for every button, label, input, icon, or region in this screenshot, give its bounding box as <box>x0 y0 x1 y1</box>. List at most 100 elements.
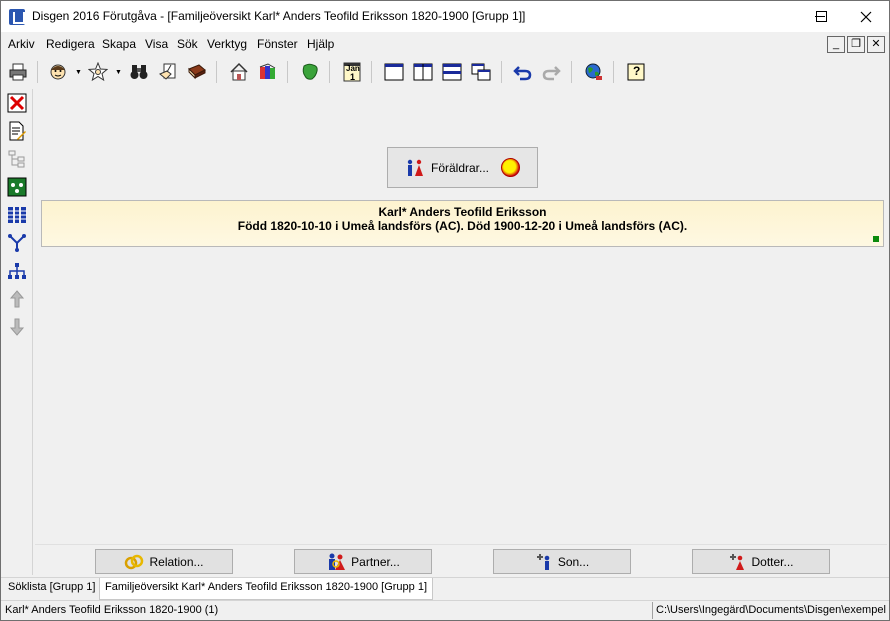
edit-button[interactable] <box>155 59 181 85</box>
maximize-button[interactable] <box>798 1 844 32</box>
descendant-tree-icon <box>8 234 26 252</box>
son-button-label: Son... <box>557 554 590 569</box>
menu-hjalp[interactable]: Hjälp <box>307 37 334 51</box>
window-title: Disgen 2016 Förutgåva - [Familjeöversikt… <box>32 9 526 23</box>
menu-skapa[interactable]: Skapa <box>102 37 136 51</box>
star-person-icon <box>88 62 108 82</box>
parents-couple-icon <box>407 159 423 176</box>
tab-family-overview[interactable]: Familjeöversikt Karl* Anders Teofild Eri… <box>99 578 434 600</box>
undo-button[interactable] <box>510 59 536 85</box>
split-horizontal-button[interactable] <box>439 59 465 85</box>
action-bar: Relation... Partner... Son... Dotter... <box>35 544 887 575</box>
status-indicator <box>873 236 879 242</box>
window-split-vertical-icon <box>413 63 433 81</box>
close-window-icon <box>7 93 27 113</box>
print-button[interactable] <box>5 59 31 85</box>
status-person: Karl* Anders Teofild Eriksson 1820-1900 … <box>5 604 219 616</box>
mdi-minimize-button[interactable]: _ <box>827 36 845 53</box>
person-dropdown-caret[interactable]: ▼ <box>75 69 82 76</box>
org-chart-icon <box>8 263 26 279</box>
search-button[interactable] <box>126 59 152 85</box>
home-icon <box>230 62 248 81</box>
mdi-close-button[interactable]: ✕ <box>867 36 885 53</box>
globe-icon <box>585 63 602 80</box>
menu-redigera[interactable]: Redigera <box>46 37 95 51</box>
window-cascade-icon <box>471 63 491 81</box>
tree-view-button[interactable] <box>5 147 29 171</box>
tab-search-list[interactable]: Söklista [Grupp 1] <box>3 578 100 600</box>
status-bar: Karl* Anders Teofild Eriksson 1820-1900 … <box>1 600 889 620</box>
notes-button[interactable] <box>184 59 210 85</box>
person-details: Född 1820-10-10 i Umeå landsförs (AC). D… <box>237 219 688 233</box>
internet-button[interactable] <box>581 59 607 85</box>
parents-button[interactable]: Föräldrar... <box>387 147 538 188</box>
descendant-tree-button[interactable] <box>5 231 29 255</box>
person-button[interactable] <box>45 59 71 85</box>
daughter-button[interactable]: Dotter... <box>692 549 830 574</box>
app-window: Disgen 2016 Förutgåva - [Familjeöversikt… <box>0 0 890 621</box>
book-icon <box>188 64 206 80</box>
close-button[interactable] <box>843 1 889 32</box>
undo-icon <box>513 66 532 81</box>
cascade-button[interactable] <box>468 59 494 85</box>
tree-structure-icon <box>8 150 25 168</box>
ancestor-down-icon <box>9 318 25 336</box>
menu-fonster[interactable]: Fönster <box>257 37 298 51</box>
close-view-button[interactable] <box>5 91 29 115</box>
redo-button[interactable] <box>538 59 564 85</box>
ancestor-up-button[interactable] <box>5 287 29 311</box>
person-card[interactable]: Karl* Anders Teofild Eriksson Född 1820-… <box>41 200 884 247</box>
places-button[interactable] <box>297 59 323 85</box>
menu-arkiv[interactable]: Arkiv <box>8 37 35 51</box>
son-button[interactable]: Son... <box>493 549 631 574</box>
relation-button[interactable]: Relation... <box>95 549 233 574</box>
home-button[interactable] <box>226 59 252 85</box>
family-tree-icon <box>7 177 27 197</box>
mdi-restore-button[interactable]: ❐ <box>847 36 865 53</box>
sources-button[interactable] <box>255 59 281 85</box>
binoculars-icon <box>130 65 148 79</box>
ancestor-down-button[interactable] <box>5 315 29 339</box>
split-vertical-button[interactable] <box>410 59 436 85</box>
printer-icon <box>9 63 27 81</box>
toolbar: ▼ ▼ Jan 1 ? <box>1 57 889 89</box>
mdi-controls: _ ❐ ✕ <box>827 36 885 53</box>
help-button[interactable]: ? <box>623 59 649 85</box>
app-icon[interactable] <box>9 9 25 25</box>
family-overview-panel: Föräldrar... Karl* Anders Teofild Erikss… <box>35 89 887 544</box>
org-chart-button[interactable] <box>5 259 29 283</box>
calendar-button[interactable]: Jan 1 <box>339 59 365 85</box>
rings-icon <box>125 554 144 569</box>
edit-document-button[interactable] <box>5 119 29 143</box>
relation-button-label: Relation... <box>149 554 204 569</box>
partner-couple-icon <box>329 553 346 570</box>
status-path: C:\Users\Ingegärd\Documents\Disgen\exemp… <box>652 602 887 619</box>
calendar-day: 1 <box>350 72 356 82</box>
favorite-person-button[interactable] <box>85 59 111 85</box>
ancestor-up-icon <box>9 290 25 308</box>
grid-tree-button[interactable] <box>5 203 29 227</box>
daughter-button-label: Dotter... <box>751 554 794 569</box>
menu-sok[interactable]: Sök <box>177 37 198 51</box>
family-tree-button[interactable] <box>5 175 29 199</box>
redo-icon <box>542 66 561 81</box>
person-name: Karl* Anders Teofild Eriksson <box>378 205 547 219</box>
edit-hand-icon <box>159 63 176 80</box>
person-icon <box>50 64 66 80</box>
title-bar: Disgen 2016 Förutgåva - [Familjeöversikt… <box>1 1 889 32</box>
parents-button-label: Föräldrar... <box>430 160 490 175</box>
partner-button-label: Partner... <box>351 554 400 569</box>
left-toolbar <box>1 89 33 575</box>
single-window-button[interactable] <box>381 59 407 85</box>
grid-tree-icon <box>7 207 27 223</box>
close-icon <box>860 11 872 22</box>
add-son-icon <box>536 553 550 570</box>
menu-visa[interactable]: Visa <box>145 37 168 51</box>
favorite-dropdown-caret[interactable]: ▼ <box>115 69 122 76</box>
document-edit-icon <box>9 121 26 141</box>
partner-button[interactable]: Partner... <box>294 549 432 574</box>
books-icon <box>259 63 276 79</box>
parents-indicator-icon <box>501 158 521 177</box>
menu-verktyg[interactable]: Verktyg <box>207 37 247 51</box>
map-icon <box>302 63 318 80</box>
